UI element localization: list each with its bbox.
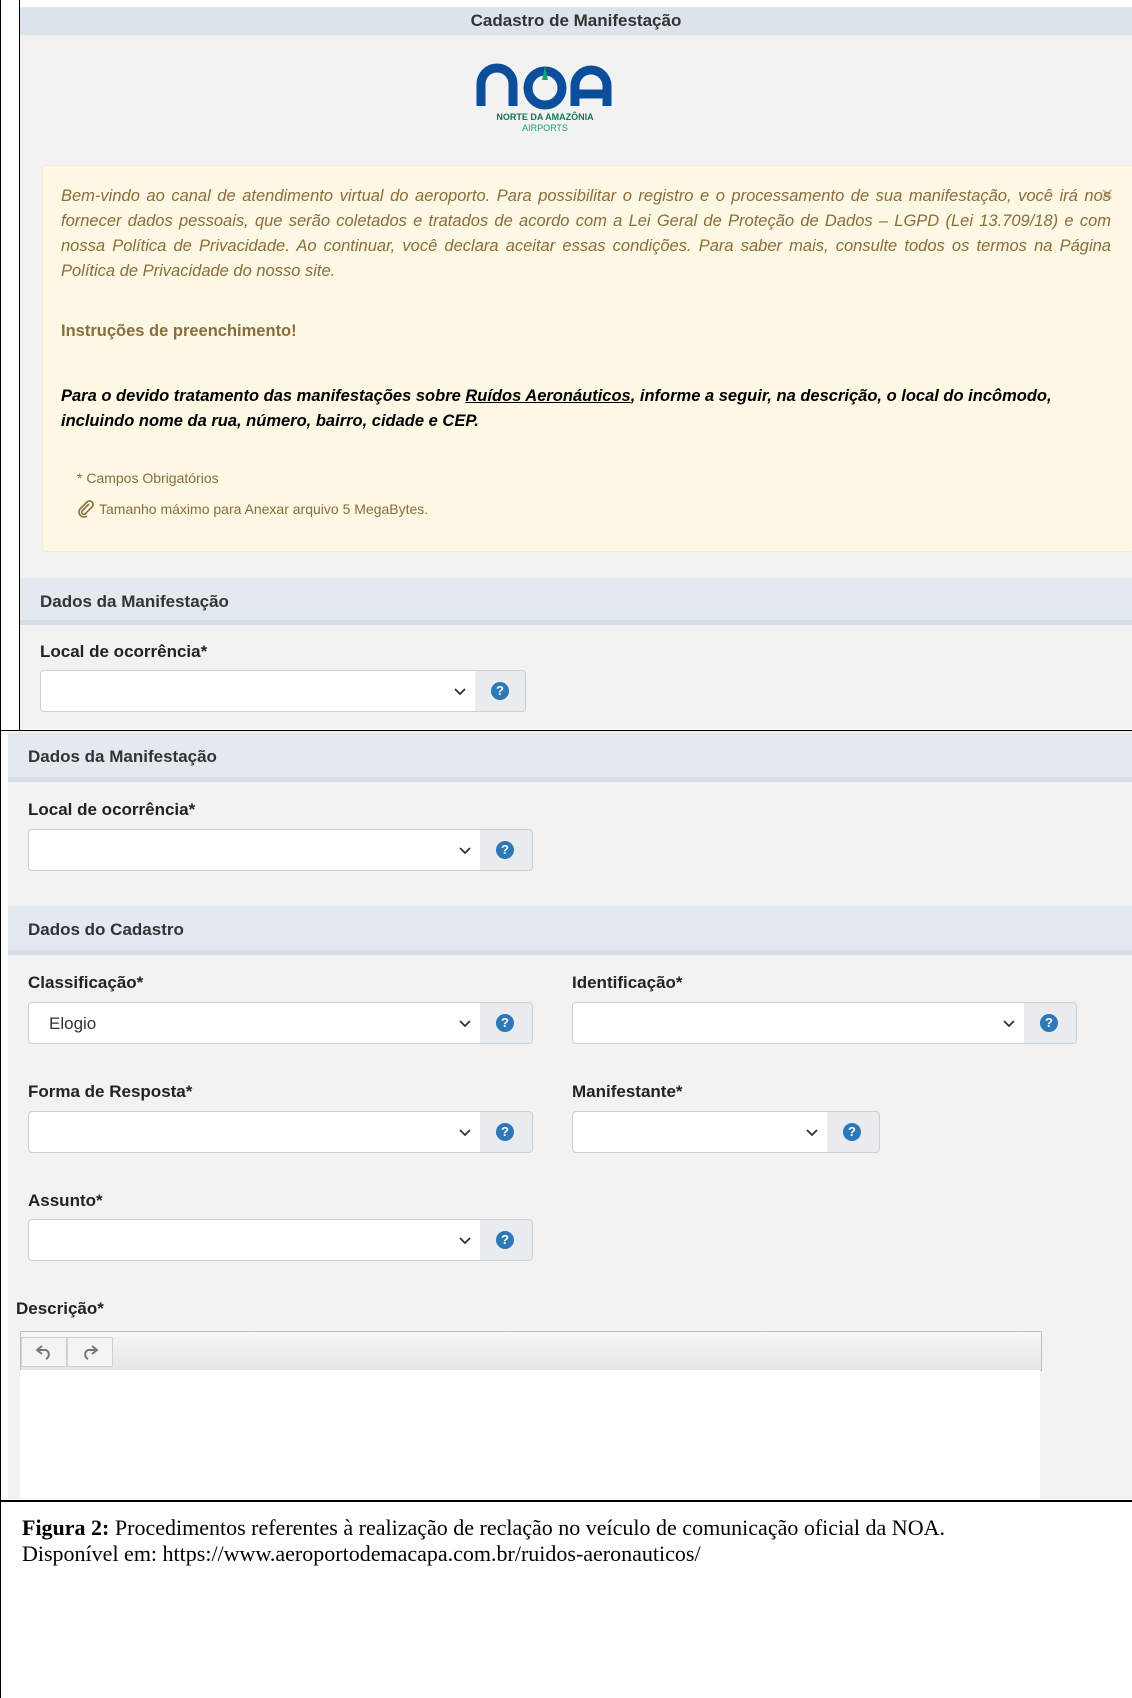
identificacao-select[interactable]: [572, 1002, 1025, 1044]
attachment-size-note: Tamanho máximo para Anexar arquivo 5 Meg…: [77, 500, 428, 521]
caption-text: Procedimentos referentes à realização de…: [109, 1515, 945, 1540]
forma-resposta-select[interactable]: [28, 1111, 481, 1153]
privacy-intro-text: Bem-vindo ao canal de atendimento virtua…: [61, 187, 1111, 280]
identificacao-label: Identificação*: [572, 973, 683, 992]
descricao-label: Descrição*: [16, 1299, 104, 1318]
manifestante-label: Manifestante*: [572, 1082, 683, 1101]
section-title: Dados do Cadastro: [28, 920, 184, 939]
noa-logo: NORTE DA AMAZÔNIA AIRPORTS: [475, 60, 615, 140]
help-icon: ?: [843, 1123, 861, 1141]
section-title: Dados da Manifestação: [40, 592, 229, 611]
paperclip-icon: [77, 500, 95, 521]
noa-logo-icon: [476, 63, 612, 110]
redo-icon: [84, 1345, 99, 1360]
privacy-alert: × Bem-vindo ao canal de atendimento virt…: [42, 165, 1132, 552]
redo-button[interactable]: [67, 1337, 113, 1367]
noise-link[interactable]: Ruídos Aeronáuticos: [465, 387, 630, 405]
noise-instructions-start: Para o devido tratamento das manifestaçõ…: [61, 387, 466, 405]
help-button[interactable]: ?: [827, 1111, 880, 1153]
noise-instructions: Para o devido tratamento das manifestaçõ…: [61, 384, 1111, 434]
select-value: Elogio: [49, 1014, 97, 1033]
caption-label: Figura 2:: [22, 1515, 110, 1540]
logo-tagline: NORTE DA AMAZÔNIA: [496, 112, 594, 122]
chevron-down-icon: [454, 688, 466, 696]
caption-source: Disponível em: https://www.aeroportodema…: [22, 1541, 701, 1566]
classificacao-label: Classificação*: [28, 973, 144, 992]
required-fields-note: * Campos Obrigatórios: [77, 470, 219, 486]
classificacao-select[interactable]: Elogio: [28, 1002, 481, 1044]
assunto-label: Assunto*: [28, 1191, 103, 1210]
help-button[interactable]: ?: [480, 1219, 533, 1261]
divider-caption: [0, 1500, 1132, 1502]
section-title: Dados da Manifestação: [28, 747, 217, 766]
chevron-down-icon: [459, 847, 471, 855]
chevron-down-icon: [459, 1129, 471, 1137]
manifestante-select[interactable]: [572, 1111, 828, 1153]
section-header-manifestacao: Dados da Manifestação: [8, 733, 1132, 782]
border-left: [0, 0, 1, 1698]
chevron-down-icon: [459, 1237, 471, 1245]
local-ocorrencia-select-top[interactable]: [40, 670, 476, 712]
local-ocorrencia-label: Local de ocorrência*: [28, 800, 196, 819]
help-icon: ?: [1040, 1014, 1058, 1032]
forma-resposta-label: Forma de Resposta*: [28, 1082, 193, 1101]
help-icon: ?: [491, 682, 509, 700]
help-icon: ?: [496, 1123, 514, 1141]
local-ocorrencia-select[interactable]: [28, 829, 481, 871]
chevron-down-icon: [806, 1129, 818, 1137]
help-button[interactable]: ?: [480, 1002, 533, 1044]
help-button[interactable]: ?: [1024, 1002, 1077, 1044]
form-header: Cadastro de Manifestação: [20, 7, 1132, 35]
help-icon: ?: [496, 1231, 514, 1249]
border-inner-left: [19, 0, 20, 730]
chevron-down-icon: [1003, 1020, 1015, 1028]
help-icon: ?: [496, 841, 514, 859]
description-editor[interactable]: [20, 1370, 1040, 1498]
undo-icon: [35, 1345, 50, 1360]
logo-subtagline: AIRPORTS: [522, 123, 568, 133]
attachment-size-text: Tamanho máximo para Anexar arquivo 5 Meg…: [99, 501, 429, 518]
chevron-down-icon: [459, 1020, 471, 1028]
divider-top: [0, 730, 1132, 731]
undo-button[interactable]: [21, 1337, 67, 1367]
figure-caption: Figura 2: Procedimentos referentes à rea…: [22, 1515, 1122, 1567]
section-header-cadastro: Dados do Cadastro: [8, 906, 1132, 955]
section-header-manifestacao-top: Dados da Manifestação: [20, 578, 1132, 625]
help-icon: ?: [496, 1014, 514, 1032]
assunto-select[interactable]: [28, 1219, 481, 1261]
help-button[interactable]: ?: [475, 670, 526, 712]
form-title: Cadastro de Manifestação: [470, 11, 682, 30]
help-button[interactable]: ?: [480, 829, 533, 871]
local-ocorrencia-label-top: Local de ocorrência*: [40, 642, 208, 661]
help-button[interactable]: ?: [480, 1111, 533, 1153]
figure-frame: Cadastro de Manifestação NORTE DA AMAZÔN…: [0, 0, 1132, 1698]
editor-toolbar: [20, 1331, 1042, 1371]
instructions-title: Instruções de preenchimento!: [61, 322, 297, 340]
